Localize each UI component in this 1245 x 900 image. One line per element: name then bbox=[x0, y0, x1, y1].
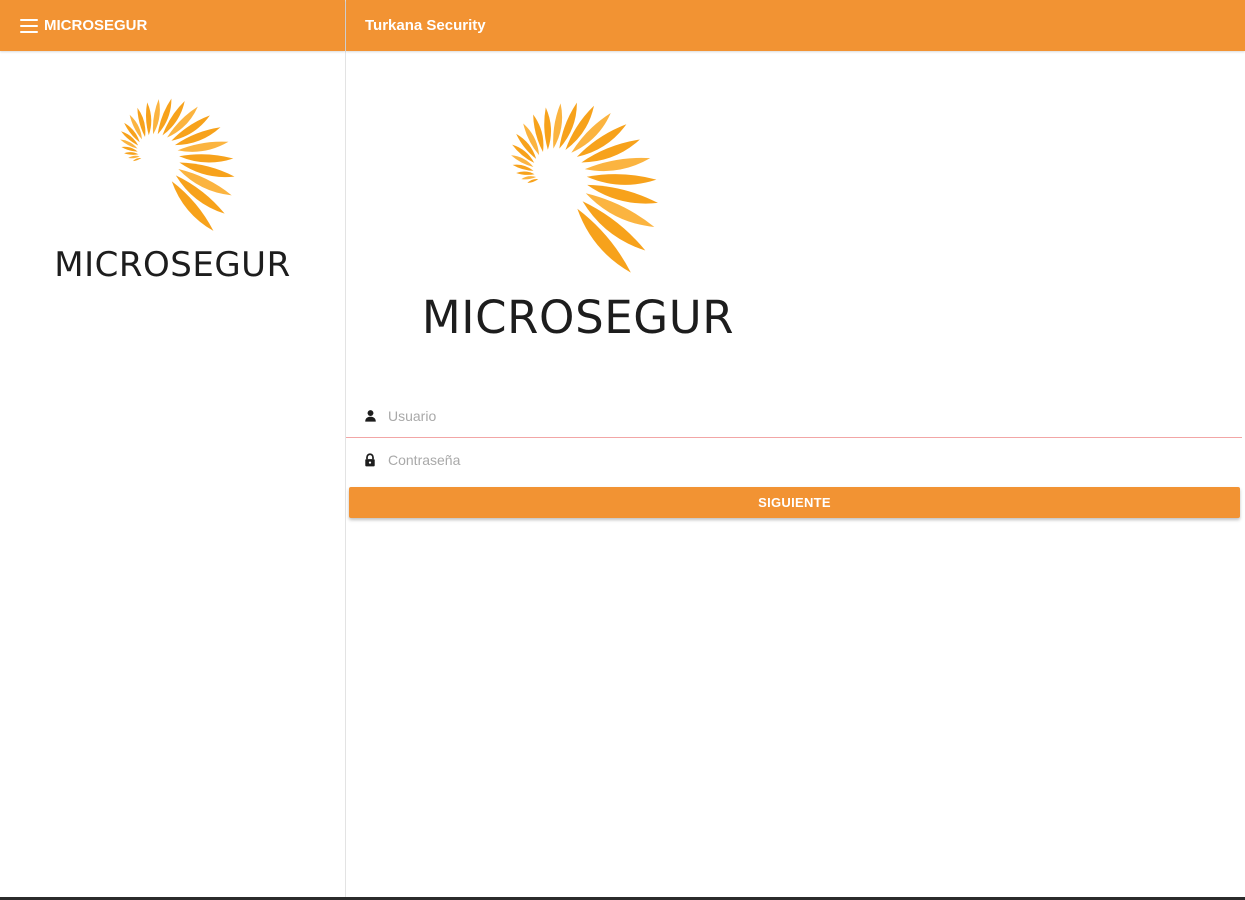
sidebar-logo: MICROSEGUR bbox=[0, 51, 345, 285]
logo-petal bbox=[520, 176, 536, 180]
app-window: MICROSEGUR MICROSEGUR Turkana Security M… bbox=[0, 0, 1245, 900]
logo-petal bbox=[127, 155, 140, 159]
main-brand-text: MICROSEGUR bbox=[421, 291, 735, 344]
main-logo: MICROSEGUR bbox=[418, 100, 738, 344]
logo-petal bbox=[586, 174, 656, 185]
lock-icon bbox=[362, 452, 378, 468]
logo-petal bbox=[526, 178, 538, 184]
login-form: SIGUIENTE bbox=[346, 394, 1242, 518]
sunburst-logo-icon bbox=[510, 102, 658, 273]
logo-petal bbox=[178, 154, 233, 163]
main-panel: Turkana Security MICROSEGUR Usuario SIGU… bbox=[346, 0, 1245, 900]
username-input[interactable] bbox=[386, 406, 1190, 425]
user-icon bbox=[362, 408, 378, 424]
main-header: Turkana Security bbox=[346, 0, 1245, 51]
logo-petal bbox=[145, 102, 151, 136]
logo-petal bbox=[123, 152, 138, 155]
sidebar: MICROSEGUR MICROSEGUR bbox=[0, 0, 346, 900]
logo-petal bbox=[515, 171, 535, 175]
hamburger-menu-icon[interactable] bbox=[20, 18, 38, 33]
sunburst-logo-icon bbox=[119, 98, 234, 231]
username-field[interactable] bbox=[346, 394, 1242, 438]
sidebar-header: MICROSEGUR bbox=[0, 0, 345, 51]
next-button[interactable]: SIGUIENTE bbox=[349, 487, 1240, 518]
password-input[interactable] bbox=[386, 451, 1190, 469]
logo-petal bbox=[543, 107, 551, 150]
password-field[interactable] bbox=[346, 438, 1242, 482]
logo-petal bbox=[132, 157, 141, 162]
header-title: Turkana Security bbox=[365, 17, 486, 34]
sidebar-title: MICROSEGUR bbox=[44, 17, 148, 34]
sidebar-brand-text: MICROSEGUR bbox=[54, 245, 291, 285]
